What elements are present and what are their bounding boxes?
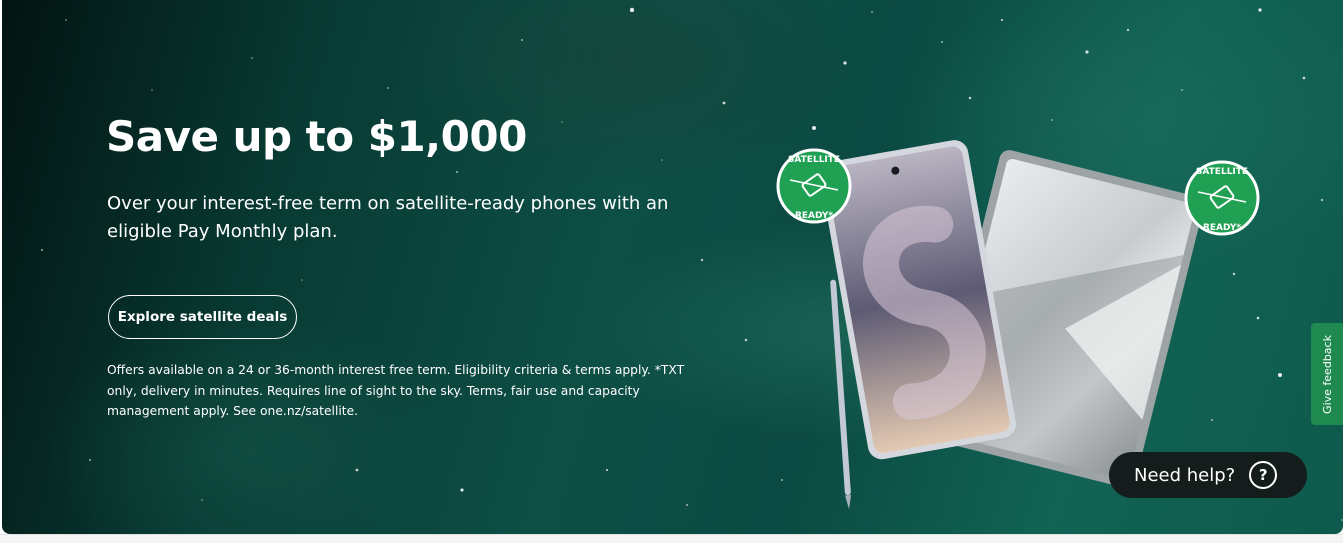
give-feedback-label: Give feedback [1320,334,1334,414]
explore-satellite-deals-button[interactable]: Explore satellite deals [108,295,297,339]
offer-terms: Offers available on a 24 or 36-month int… [107,363,685,418]
satellite-ready-badge-left: SATELLITE READY* [776,148,852,224]
hero-subtitle: Over your interest-free term on satellit… [107,193,669,242]
give-feedback-tab[interactable]: Give feedback [1311,323,1343,425]
question-icon: ? [1249,461,1278,489]
hero-banner: Save up to $1,000 Over your interest-fre… [2,0,1343,534]
svg-text:READY*: READY* [795,211,833,221]
hero-title: Save up to $1,000 [106,112,527,161]
svg-text:READY*: READY* [1203,223,1241,233]
svg-text:SATELLITE: SATELLITE [788,155,840,165]
need-help-button[interactable]: Need help? ? [1109,452,1307,498]
need-help-label: Need help? [1134,464,1236,486]
svg-text:SATELLITE: SATELLITE [1196,167,1248,177]
satellite-ready-badge-right: SATELLITE READY* [1184,160,1260,236]
